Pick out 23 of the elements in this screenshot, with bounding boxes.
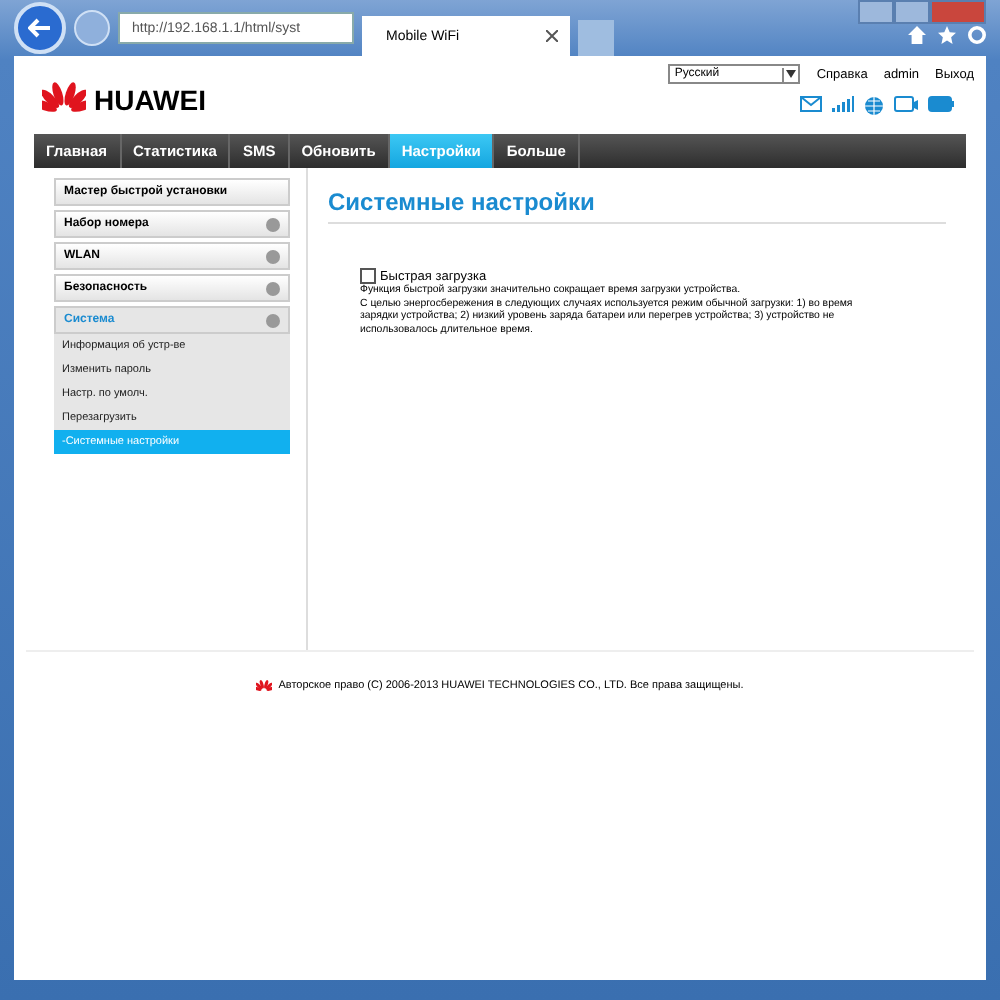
battery-icon (928, 96, 954, 112)
back-button[interactable] (14, 2, 66, 54)
logo-icon (256, 680, 273, 693)
home-icon[interactable] (908, 25, 926, 43)
globe-icon[interactable] (864, 96, 884, 116)
signal-icon (832, 96, 854, 112)
star-icon[interactable] (938, 25, 956, 43)
forward-button[interactable] (74, 10, 110, 46)
close-icon[interactable] (546, 30, 558, 42)
expand-icon (266, 249, 280, 263)
logo-text: HUAWEI (94, 83, 206, 115)
expand-icon (266, 313, 280, 327)
page-title: Системные настройки (328, 188, 946, 224)
checkbox[interactable] (360, 268, 376, 284)
expand-icon (266, 281, 280, 295)
maximize-button[interactable] (894, 0, 930, 24)
minimize-button[interactable] (858, 0, 894, 24)
monitor-icon (894, 96, 918, 114)
logo-icon (42, 81, 86, 117)
dropdown-caret-icon (786, 70, 797, 78)
back-icon (28, 18, 52, 38)
mail-icon[interactable] (800, 96, 822, 112)
expand-icon (266, 217, 280, 231)
